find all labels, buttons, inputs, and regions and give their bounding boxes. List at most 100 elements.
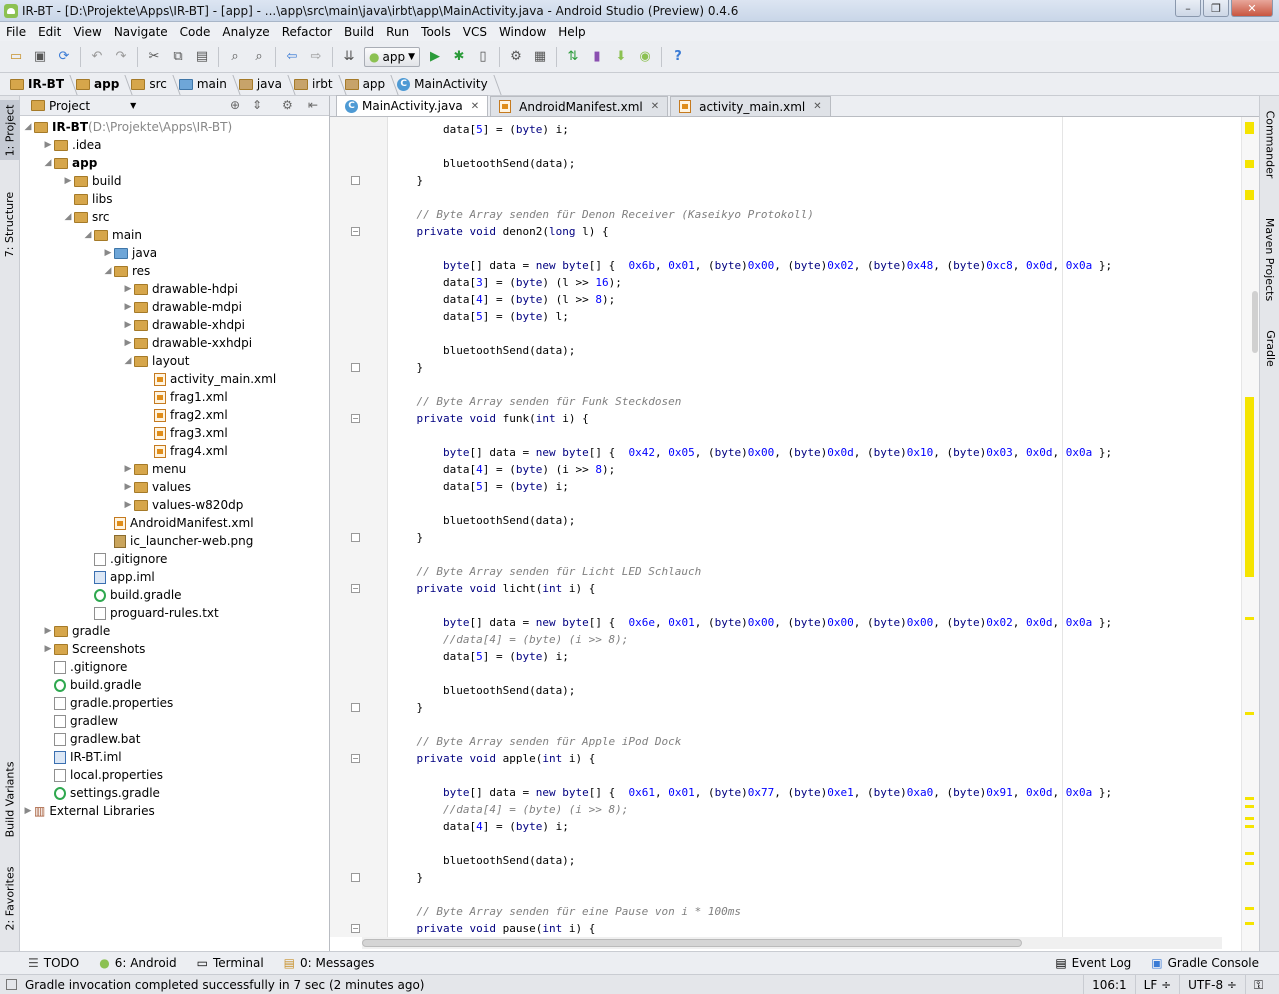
menu-item-run[interactable]: Run [380,25,415,39]
warning-marker[interactable] [1245,712,1254,715]
tab-project[interactable]: 1: Project [0,100,20,160]
save-all-icon[interactable]: ▣ [30,47,50,67]
collapsed-arrow-icon[interactable]: ▶ [62,176,74,186]
tree-item[interactable]: ▶ Screenshots [20,640,329,658]
close-button[interactable]: ✕ [1231,0,1273,17]
expanded-arrow-icon[interactable]: ◢ [122,356,134,366]
menu-item-vcs[interactable]: VCS [457,25,493,39]
collapsed-arrow-icon[interactable]: ▶ [122,464,134,474]
tree-item[interactable]: ▶ ▥ External Libraries [20,802,329,820]
tree-item[interactable]: frag2.xml [20,406,329,424]
menu-item-window[interactable]: Window [493,25,552,39]
tree-item[interactable]: .gitignore [20,550,329,568]
expanded-arrow-icon[interactable]: ◢ [22,122,34,132]
collapsed-arrow-icon[interactable]: ▶ [42,626,54,636]
menu-item-navigate[interactable]: Navigate [108,25,174,39]
tree-item[interactable]: ▶ .idea [20,136,329,154]
breadcrumb-item[interactable]: java [235,77,290,91]
close-tab-icon[interactable]: ✕ [651,101,659,112]
tree-item[interactable]: frag1.xml [20,388,329,406]
tree-item[interactable]: build.gradle [20,676,329,694]
breadcrumb-item[interactable]: app [341,77,394,91]
collapsed-arrow-icon[interactable]: ▶ [122,320,134,330]
menu-item-edit[interactable]: Edit [32,25,67,39]
breadcrumb-item[interactable]: irbt [290,77,341,91]
redo-icon[interactable]: ↷ [111,47,131,67]
tree-item[interactable]: ▶ values-w820dp [20,496,329,514]
collapse-icon[interactable]: ⇕ [252,98,262,112]
fold-marker-icon[interactable] [351,873,360,882]
tab-favorites[interactable]: 2: Favorites [0,858,20,938]
messages-button[interactable]: ▤ 0: Messages [274,956,385,970]
attach-debugger-icon[interactable]: ▯ [473,47,493,67]
tree-item[interactable]: libs [20,190,329,208]
warning-marker[interactable] [1245,160,1254,168]
menu-item-build[interactable]: Build [338,25,380,39]
hide-icon[interactable]: ⇤ [308,98,318,112]
code-area[interactable]: data[5] = (byte) i; bluetoothSend(data);… [390,117,1250,937]
tree-item[interactable]: ▶ gradle [20,622,329,640]
tree-item[interactable]: ◢ layout [20,352,329,370]
tree-item[interactable]: ▶ drawable-hdpi [20,280,329,298]
fold-marker-icon[interactable] [351,363,360,372]
tree-item[interactable]: ◢ res [20,262,329,280]
tab-maven-projects[interactable]: Maven Projects [1260,204,1279,314]
forward-icon[interactable]: ⇨ [306,47,326,67]
paste-icon[interactable]: ▤ [192,47,212,67]
terminal-button[interactable]: ▭ Terminal [187,956,274,970]
fold-marker-icon[interactable]: − [351,584,360,593]
collapsed-arrow-icon[interactable]: ▶ [122,482,134,492]
tree-item[interactable]: frag4.xml [20,442,329,460]
tree-item[interactable]: local.properties [20,766,329,784]
find-icon[interactable]: ⌕ [225,47,245,67]
tree-item[interactable]: ▶ drawable-xxhdpi [20,334,329,352]
run-config-select[interactable]: ● app ▼ [364,46,420,67]
warning-marker[interactable] [1245,805,1254,808]
warning-marker[interactable] [1245,617,1254,620]
collapsed-arrow-icon[interactable]: ▶ [102,248,114,258]
cut-icon[interactable]: ✂ [144,47,164,67]
scroll-thumb[interactable] [362,939,1022,947]
tree-item[interactable]: frag3.xml [20,424,329,442]
tree-item[interactable]: app.iml [20,568,329,586]
tree-item[interactable]: ◢ src [20,208,329,226]
status-toggle-icon[interactable] [6,979,17,990]
menu-item-tools[interactable]: Tools [415,25,457,39]
sync-gradle-icon[interactable]: ⇅ [563,47,583,67]
tree-item[interactable]: build.gradle [20,586,329,604]
collapsed-arrow-icon[interactable]: ▶ [42,644,54,654]
locate-icon[interactable]: ⊕ [230,98,240,112]
fold-marker-icon[interactable]: − [351,924,360,933]
copy-icon[interactable]: ⧉ [168,47,188,67]
android-monitor-icon[interactable]: ◉ [635,47,655,67]
line-separator[interactable]: LF ÷ [1134,975,1179,994]
expanded-arrow-icon[interactable]: ◢ [102,266,114,276]
tree-item[interactable]: gradlew [20,712,329,730]
tree-item[interactable]: gradlew.bat [20,730,329,748]
tree-item[interactable]: ◢ main [20,226,329,244]
avd-manager-icon[interactable]: ▮ [587,47,607,67]
collapsed-arrow-icon[interactable]: ▶ [122,338,134,348]
menu-item-help[interactable]: Help [552,25,591,39]
tab-commander[interactable]: Commander [1260,104,1279,184]
warning-marker[interactable] [1245,817,1254,820]
editor-tab[interactable]: C MainActivity.java ✕ [336,95,489,116]
undo-icon[interactable]: ↶ [87,47,107,67]
collapsed-arrow-icon[interactable]: ▶ [42,140,54,150]
warning-marker[interactable] [1245,907,1254,910]
tab-gradle[interactable]: Gradle [1260,318,1279,378]
warning-marker[interactable] [1245,397,1254,577]
minimize-button[interactable]: – [1175,0,1201,17]
maximize-button[interactable]: ❐ [1203,0,1229,17]
expanded-arrow-icon[interactable]: ◢ [82,230,94,240]
gear-icon[interactable]: ⚙ [282,98,293,112]
tree-item[interactable]: proguard-rules.txt [20,604,329,622]
menu-item-file[interactable]: File [0,25,32,39]
editor-tab[interactable]: AndroidManifest.xml ✕ [490,96,669,116]
tree-item[interactable]: ◢ IR-BT (D:\Projekte\Apps\IR-BT) [20,118,329,136]
settings-icon[interactable]: ⚙ [506,47,526,67]
tree-item[interactable]: ◢ app [20,154,329,172]
breadcrumb-item[interactable]: IR-BT [6,77,72,91]
run-icon[interactable]: ▶ [425,47,445,67]
todo-button[interactable]: ☰ TODO [18,956,89,970]
